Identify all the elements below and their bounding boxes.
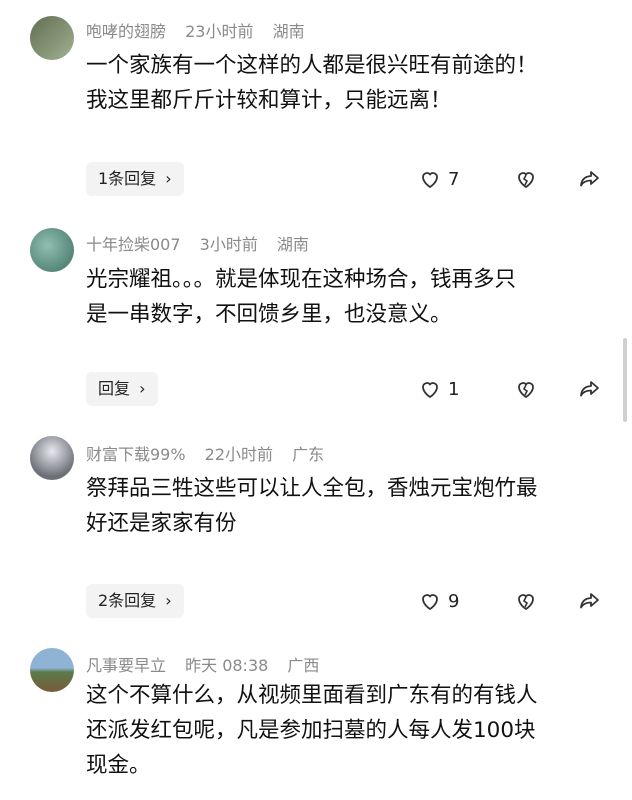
broken-heart-icon[interactable]: [514, 377, 538, 401]
comment-line: 是一串数字，不回馈乡里，也没意义。: [86, 302, 452, 327]
comment-meta: 十年捡柴007 3小时前 湖南: [86, 231, 323, 255]
broken-heart-icon[interactable]: [514, 589, 538, 613]
like-button[interactable]: 9: [418, 584, 459, 618]
comment-text: 一个家族有一个这样的人都是很兴旺有前途的！ 我这里都斤斤计较和算计，只能远离！: [86, 48, 606, 118]
comment-actions: 9: [0, 584, 632, 618]
like-button[interactable]: 1: [418, 372, 459, 406]
timestamp: 昨天 08:38: [185, 656, 269, 675]
comment-text: 光宗耀祖。。。就是体现在这种场合，钱再多只 是一串数字，不回馈乡里，也没意义。: [86, 262, 606, 332]
comment-line: 这个不算什么，从视频里面看到广东有的有钱人: [86, 683, 538, 708]
timestamp: 3小时前: [199, 235, 258, 254]
heart-outline-icon: [422, 594, 438, 611]
comment-line: 一个家族有一个这样的人都是很兴旺有前途的！: [86, 53, 538, 78]
location: 广东: [292, 445, 325, 464]
comment-line: 祭拜品三牲这些可以让人全包，香烛元宝炮竹最: [86, 476, 538, 501]
comment-text: 这个不算什么，从视频里面看到广东有的有钱人 还派发红包呢，凡是参加扫墓的人每人发…: [86, 678, 606, 783]
scrollbar[interactable]: [623, 338, 627, 422]
comment-line: 光宗耀祖。。。就是体现在这种场合，钱再多只: [86, 267, 517, 292]
comment-text: 祭拜品三牲这些可以让人全包，香烛元宝炮竹最 好还是家家有份: [86, 471, 606, 541]
comment-line: 现金。: [86, 753, 151, 778]
comment-line: 还派发红包呢，凡是参加扫墓的人每人发100块: [86, 718, 536, 743]
comment-meta: 凡事要早立 昨天 08:38 广西: [86, 652, 333, 676]
avatar[interactable]: [30, 228, 74, 272]
username[interactable]: 凡事要早立: [86, 656, 166, 675]
heart-outline-icon: [422, 172, 438, 189]
share-arrow-icon[interactable]: [578, 589, 602, 613]
heart-outline-icon: [422, 382, 438, 399]
username[interactable]: 咆哮的翅膀: [86, 22, 166, 41]
timestamp: 23小时前: [185, 22, 254, 41]
username[interactable]: 财富下载99%: [86, 445, 186, 464]
share-arrow-icon[interactable]: [578, 377, 602, 401]
avatar[interactable]: [30, 436, 74, 480]
like-count: 7: [448, 168, 460, 190]
like-button[interactable]: 7: [418, 162, 459, 196]
share-arrow-icon[interactable]: [578, 167, 602, 191]
comment-line: 好还是家家有份: [86, 511, 237, 536]
like-count: 1: [448, 378, 460, 400]
timestamp: 22小时前: [204, 445, 274, 464]
username[interactable]: 十年捡柴007: [86, 235, 181, 254]
broken-heart-icon[interactable]: [514, 167, 538, 191]
location: 湖南: [272, 22, 305, 41]
like-count: 9: [448, 590, 460, 612]
avatar[interactable]: [30, 648, 74, 692]
comment-meta: 财富下载99% 22小时前 广东: [86, 441, 338, 465]
comment-line: 我这里都斤斤计较和算计，只能远离！: [86, 88, 452, 113]
comment-actions: 7: [0, 162, 632, 196]
location: 广西: [287, 656, 320, 675]
comment-meta: 咆哮的翅膀 23小时前 湖南: [86, 18, 319, 42]
avatar[interactable]: [30, 16, 74, 60]
comment-actions: 1: [0, 372, 632, 406]
location: 湖南: [276, 235, 309, 254]
